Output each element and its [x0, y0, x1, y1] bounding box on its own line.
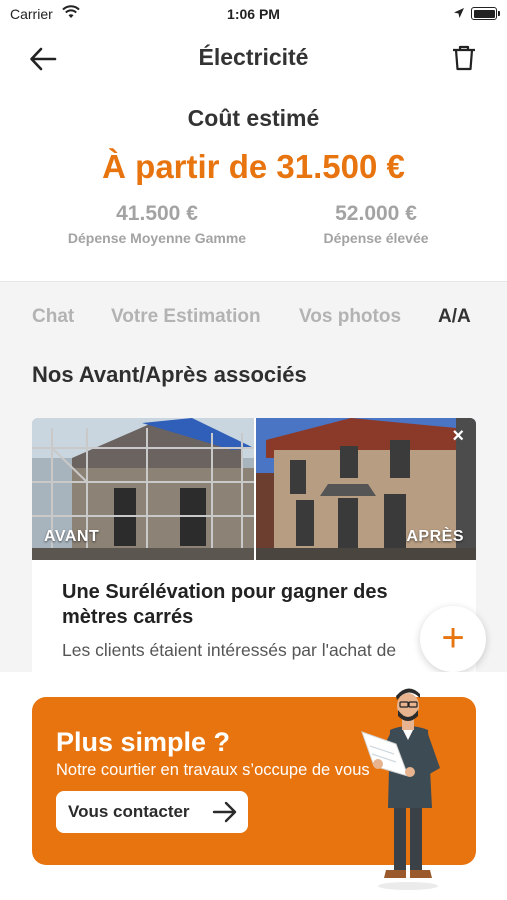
page-title: Électricité — [198, 44, 309, 70]
tab-chat[interactable]: Chat — [32, 306, 74, 328]
cost-tier-medium: 41.500 € Dépense Moyenne Gamme — [47, 202, 267, 246]
status-bar: Carrier 1:06 PM — [0, 0, 507, 28]
before-photo: AVANT — [32, 418, 254, 560]
contact-button-label: Vous contacter — [68, 802, 190, 821]
tier-label: Dépense élevée — [323, 230, 429, 246]
delete-button[interactable] — [451, 44, 479, 74]
photo-pair: AVANT × APRÈS — [32, 418, 476, 560]
banner-title: Plus simple ? — [56, 727, 231, 757]
tab-photos[interactable]: Vos photos — [299, 306, 401, 328]
trash-icon — [453, 45, 475, 71]
card-description: Les clients étaient intéressés par l'ach… — [62, 640, 397, 660]
cost-tier-high: 52.000 € Dépense élevée — [266, 202, 486, 246]
arrow-right-icon — [212, 801, 237, 823]
add-button[interactable]: + — [420, 606, 486, 672]
location-arrow-icon — [453, 6, 465, 24]
tab-estimation[interactable]: Votre Estimation — [111, 306, 261, 328]
close-icon[interactable]: × — [452, 426, 464, 446]
cost-main-price: À partir de 31.500 € — [102, 148, 405, 185]
tab-before-after[interactable]: A/A — [438, 306, 471, 328]
section-title: Nos Avant/Après associés — [32, 362, 307, 387]
after-photo: × APRÈS — [256, 418, 476, 560]
tier-amount: 52.000 € — [335, 202, 417, 225]
tier-amount: 41.500 € — [116, 202, 198, 225]
tab-bar: Chat Votre Estimation Vos photos A/A — [0, 306, 507, 336]
banner-subtitle: Notre courtier en travaux s’occupe de vo… — [56, 761, 370, 779]
card-title: Une Surélévation pour gagner des mètres … — [62, 581, 388, 628]
contact-button[interactable]: Vous contacter — [56, 791, 248, 833]
tier-label: Dépense Moyenne Gamme — [67, 230, 247, 246]
clock: 1:06 PM — [227, 6, 280, 22]
battery-icon — [471, 7, 500, 20]
header-panel: Électricité Coût estimé À partir de 31.5… — [0, 28, 507, 282]
plus-icon: + — [441, 616, 465, 660]
courtier-illustration — [361, 688, 440, 890]
before-label: AVANT — [44, 528, 100, 545]
cost-title: Coût estimé — [187, 105, 320, 131]
after-label: APRÈS — [406, 528, 464, 545]
